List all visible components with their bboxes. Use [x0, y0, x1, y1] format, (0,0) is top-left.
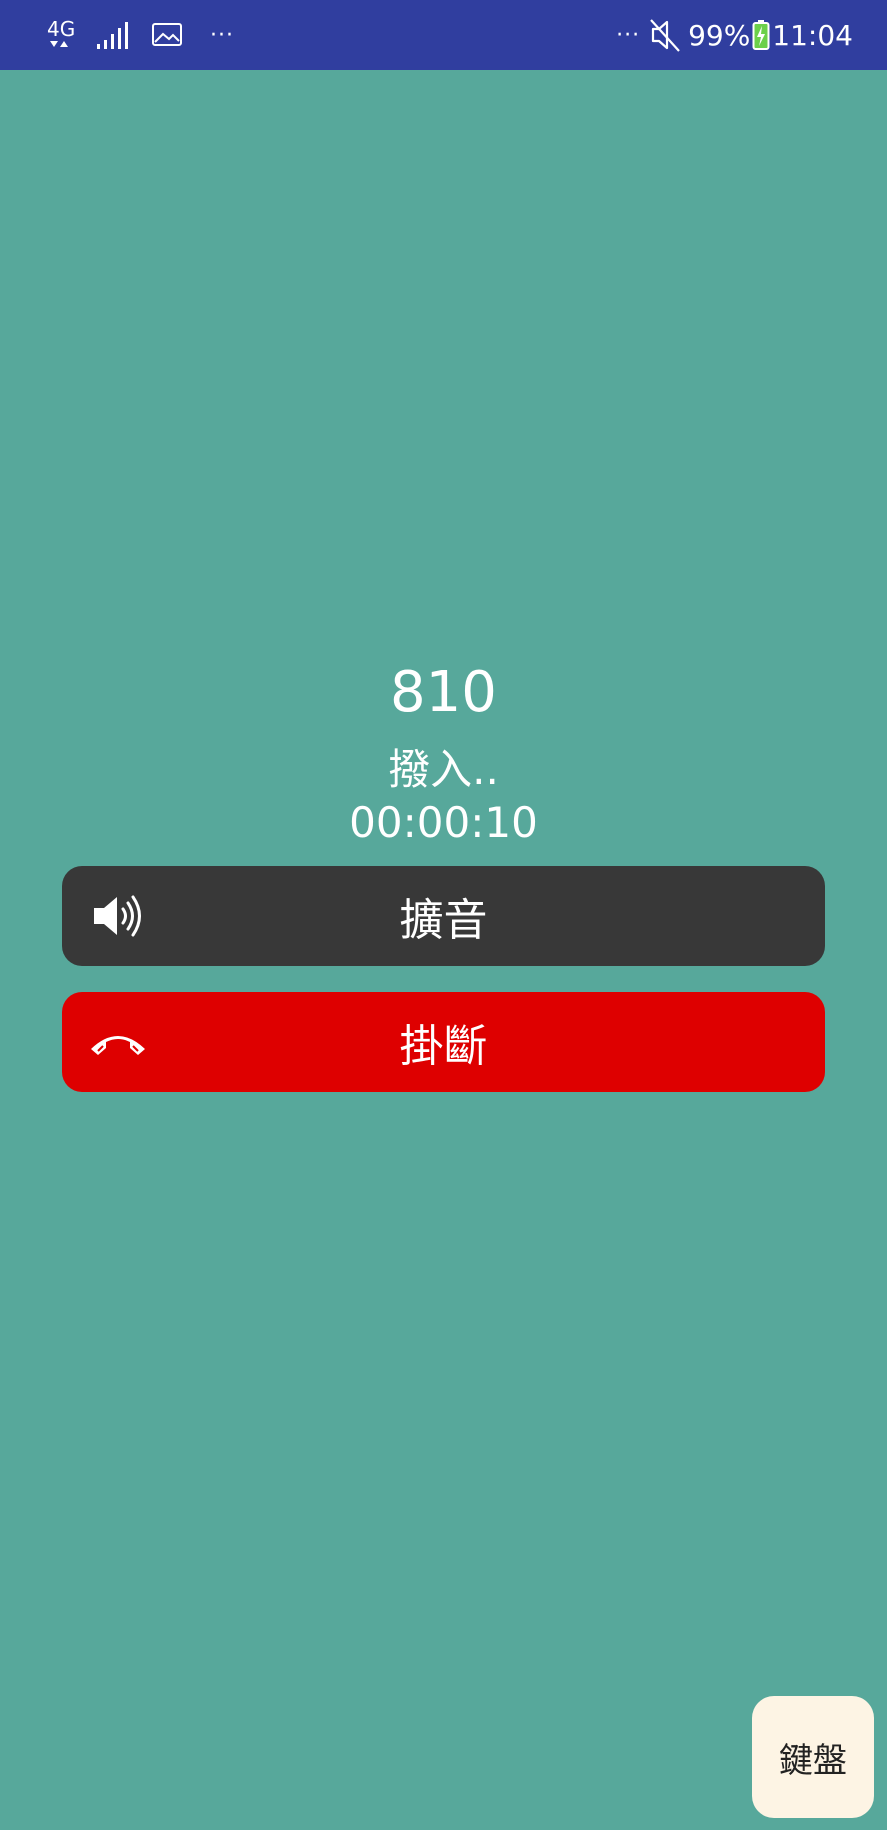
4g-data-icon: 4G — [44, 15, 76, 55]
battery-charging-icon — [752, 19, 770, 51]
status-time: 11:04 — [772, 18, 853, 52]
status-bar: 4G ··· ··· 99% 11:04 — [0, 0, 887, 70]
battery-percent: 99% — [688, 18, 751, 52]
speaker-button-label: 擴音 — [399, 895, 488, 946]
speaker-button[interactable]: 擴音 — [62, 866, 825, 966]
more-status-indicator: ··· — [616, 22, 641, 48]
signal-strength-icon — [96, 20, 130, 50]
more-notifications-indicator: ··· — [210, 22, 234, 48]
status-bar-right: ··· 99% 11:04 — [616, 0, 853, 70]
hangup-button[interactable]: 掛斷 — [62, 992, 825, 1092]
call-timer: 00:00:10 — [349, 798, 538, 847]
keypad-button-label: 鍵盤 — [779, 1740, 847, 1781]
speaker-icon — [88, 886, 148, 946]
hang-up-phone-icon — [88, 1012, 148, 1072]
hangup-button-label: 掛斷 — [399, 1021, 488, 1072]
image-notification-icon — [152, 23, 182, 47]
caller-number: 810 — [390, 660, 497, 725]
keypad-button[interactable]: 鍵盤 — [752, 1696, 874, 1818]
sound-muted-icon — [648, 17, 682, 53]
call-status: 撥入.. — [388, 745, 499, 794]
status-bar-left: 4G ··· — [44, 0, 234, 70]
